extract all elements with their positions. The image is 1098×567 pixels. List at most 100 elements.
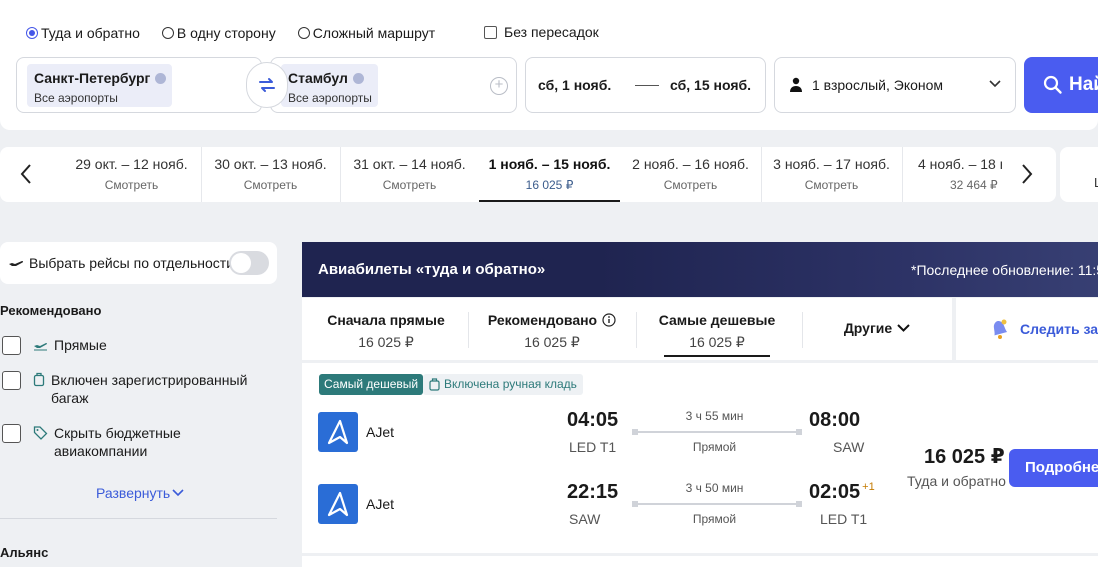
departure-time: 22:15 [567, 481, 619, 503]
separate-flights-switch[interactable] [229, 251, 269, 275]
separate-flights-toggle-row[interactable]: Выбрать рейсы по отдельности [0, 242, 277, 284]
track-prices-button[interactable]: Следить за ц [956, 298, 1098, 360]
results-banner: Авиабилеты «туда и обратно» *Последнее о… [302, 242, 1098, 297]
search-panel: Туда и обратно В одну сторону Сложный ма… [0, 0, 1098, 130]
next-ticket-card [302, 556, 1098, 567]
route-line [632, 501, 802, 507]
last-update-label: *Последнее обновление: 11:5 [911, 262, 1098, 278]
return-date[interactable]: сб, 15 нояб. [670, 77, 751, 93]
ajet-logo-icon [327, 419, 349, 445]
trip-type-oneway[interactable]: В одну сторону [161, 25, 276, 41]
passengers-field[interactable]: 1 взрослый, Эконом [774, 57, 1016, 113]
expand-filters-link[interactable]: Развернуть [96, 485, 184, 501]
direct-only-checkbox[interactable]: Без пересадок [484, 24, 599, 40]
sort-bar: Сначала прямые 16 025 ₽ Рекомендовано 16… [302, 298, 952, 360]
sort-cheapest[interactable]: Самые дешевые 16 025 ₽ [659, 298, 775, 360]
swap-cities-button[interactable] [246, 62, 288, 108]
checkbox[interactable] [2, 424, 21, 443]
airline-logo [318, 484, 358, 524]
date-option[interactable]: 31 окт. – 14 нояб. Смотреть [340, 147, 479, 202]
alliance-heading: Альянс [0, 545, 49, 560]
dates-field[interactable]: сб, 1 нояб. сб, 15 нояб. [525, 57, 766, 113]
filter-direct[interactable]: Прямые [2, 336, 107, 355]
filter-hide-lowcost[interactable]: Скрыть бюджетные авиакомпании [2, 424, 232, 460]
divider [468, 312, 469, 348]
date-separator [635, 85, 659, 86]
add-destination-icon[interactable]: + [490, 77, 508, 95]
tag-icon [33, 426, 48, 440]
date-strip: 29 окт. – 12 нояб. Смотреть 30 окт. – 13… [0, 147, 1056, 202]
details-button[interactable]: Подробне [1009, 449, 1098, 487]
divider [0, 518, 277, 519]
ticket-price: 16 025 ₽ [924, 446, 1005, 468]
arrival-time: 08:00 [809, 409, 861, 431]
airline-logo [318, 412, 358, 452]
departure-airport: SAW [569, 511, 601, 527]
filter-checked-baggage[interactable]: Включен зарегистрированный багаж [2, 371, 262, 407]
suitcase-icon [33, 372, 45, 387]
checkbox[interactable] [2, 371, 21, 390]
route-line [632, 429, 802, 435]
swap-icon [259, 78, 275, 92]
trip-type-multicity[interactable]: Сложный маршрут [297, 25, 435, 41]
origin-chip: Санкт-Петербург Все аэропорты [27, 64, 173, 107]
flight-duration: 3 ч 55 мин [685, 409, 744, 423]
chevron-down-icon [172, 489, 184, 497]
airline-name: AJet [366, 424, 395, 440]
destination-field[interactable]: Стамбул Все аэропорты + [270, 57, 517, 113]
trip-type-group: Туда и обратно В одну сторону Сложный ма… [26, 24, 457, 42]
chevron-down-icon [897, 324, 910, 332]
date-option[interactable]: 30 окт. – 13 нояб. Смотреть [201, 147, 340, 202]
results-title: Авиабилеты «туда и обратно» [318, 261, 546, 278]
arrival-airport: SAW [833, 439, 865, 455]
plane-icon [34, 343, 47, 351]
date-strip-prev-button[interactable] [14, 162, 38, 186]
date-option[interactable]: 29 окт. – 12 нояб. Смотреть [62, 147, 201, 202]
person-icon [790, 77, 802, 92]
radio-selected-icon [26, 27, 38, 39]
search-icon [1043, 75, 1062, 94]
origin-field[interactable]: Санкт-Петербург Все аэропорты [16, 57, 262, 113]
trip-type-roundtrip[interactable]: Туда и обратно [26, 25, 140, 41]
sort-direct-first[interactable]: Сначала прямые 16 025 ₽ [316, 298, 456, 360]
date-option[interactable]: 2 нояб. – 16 нояб. Смотреть [620, 147, 761, 202]
route-type: Прямой [692, 512, 737, 526]
recommended-heading: Рекомендовано [0, 303, 102, 318]
date-strip-extra[interactable]: L [1060, 147, 1098, 202]
date-option[interactable]: 3 нояб. – 17 нояб. Смотреть [761, 147, 902, 202]
divider [802, 312, 803, 348]
bag-icon [429, 378, 440, 391]
search-button[interactable]: Най [1024, 57, 1098, 113]
date-option-selected[interactable]: 1 нояб. – 15 нояб. 16 025 ₽ [479, 147, 620, 202]
arrival-airport: LED T1 [820, 511, 868, 527]
sort-other-dropdown[interactable]: Другие [832, 298, 922, 360]
clear-chip-icon[interactable] [352, 72, 364, 84]
departure-time: 04:05 [567, 409, 619, 431]
ajet-logo-icon [327, 491, 349, 517]
radio-icon [161, 27, 174, 39]
chevron-right-icon [1022, 164, 1033, 184]
bell-icon [993, 319, 1008, 339]
next-day-marker: +1 [862, 481, 875, 493]
departure-date[interactable]: сб, 1 нояб. [538, 77, 611, 93]
radio-icon [297, 27, 310, 39]
flight-duration: 3 ч 50 мин [685, 481, 744, 495]
info-icon[interactable] [602, 313, 616, 327]
destination-chip: Стамбул Все аэропорты [281, 64, 378, 107]
date-option[interactable]: 4 нояб. – 18 н 32 464 ₽ [902, 147, 1002, 202]
arrival-time: 02:05 +1 [809, 481, 875, 503]
ticket-card[interactable]: Самый дешевый Включена ручная кладь AJet… [302, 363, 1098, 553]
plane-icon [9, 261, 24, 266]
price-note: Туда и обратно [907, 473, 1006, 489]
route-type: Прямой [692, 440, 737, 454]
airline-name: AJet [366, 496, 395, 512]
chevron-down-icon [989, 80, 1001, 88]
chevron-left-icon [20, 164, 31, 184]
departure-airport: LED T1 [569, 439, 617, 455]
hand-luggage-badge: Включена ручная кладь [423, 374, 583, 395]
checkbox-icon [484, 25, 497, 39]
checkbox[interactable] [2, 336, 21, 355]
date-strip-next-button[interactable] [1015, 162, 1039, 186]
sort-recommended[interactable]: Рекомендовано 16 025 ₽ [480, 298, 624, 360]
clear-chip-icon[interactable] [155, 72, 167, 84]
